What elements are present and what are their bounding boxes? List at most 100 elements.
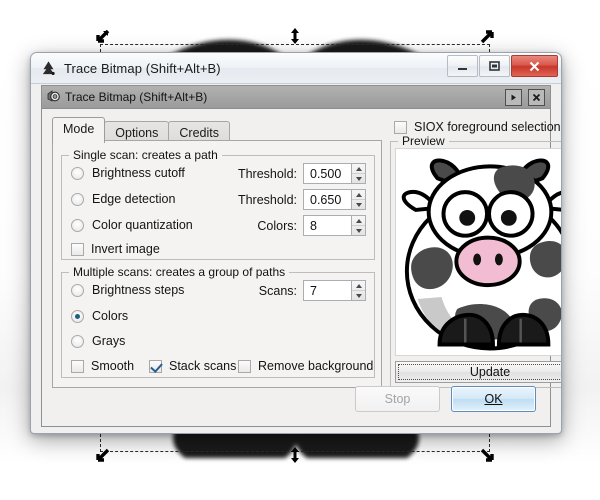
handle-top-center[interactable] [286, 27, 304, 45]
close-x-icon [532, 93, 541, 102]
radio-edge-detection[interactable]: Edge detection [71, 192, 175, 206]
dialog-titlebar[interactable]: Trace Bitmap (Shift+Alt+B) [42, 86, 550, 109]
spin-value[interactable]: 0.500 [303, 163, 351, 184]
handle-top-right[interactable] [478, 28, 496, 46]
inkscape-logo-icon [42, 60, 55, 75]
check-indicator[interactable] [149, 359, 162, 373]
radio-indicator[interactable] [71, 334, 84, 348]
single-scan-legend: Single scan: creates a path [69, 148, 222, 162]
checkbox-label: Smooth [91, 359, 135, 373]
radio-indicator[interactable] [71, 309, 84, 323]
threshold-edge-field[interactable]: Threshold: 0.650 [238, 189, 366, 210]
caret-down-icon [355, 176, 362, 181]
maximize-icon [489, 61, 500, 71]
scans-spinner[interactable]: 7 [303, 280, 366, 301]
caret-up-icon [355, 192, 362, 197]
preview-image-area [395, 148, 561, 356]
spin-value[interactable]: 0.650 [303, 189, 351, 210]
dialog-close-button[interactable] [528, 89, 545, 106]
window-title: Trace Bitmap (Shift+Alt+B) [64, 60, 221, 76]
threshold-label: Threshold: [237, 192, 297, 207]
caret-up-icon [355, 218, 362, 223]
radio-label: Brightness cutoff [92, 166, 185, 180]
spin-down-button[interactable] [352, 290, 365, 300]
screen: Trace Bitmap (Shift+Alt+B) Trace Bitmap … [0, 0, 600, 500]
checkbox-invert-image[interactable]: Invert image [71, 242, 160, 256]
multiple-scans-legend: Multiple scans: creates a group of paths [69, 265, 290, 279]
spin-buttons[interactable] [351, 189, 366, 210]
window-titlebar[interactable]: Trace Bitmap (Shift+Alt+B) [31, 53, 561, 84]
maximize-button[interactable] [479, 55, 510, 77]
focus-ring [398, 364, 561, 380]
handle-bottom-left[interactable] [94, 446, 112, 464]
threshold-edge-spinner[interactable]: 0.650 [303, 189, 366, 210]
radio-indicator[interactable] [71, 192, 84, 206]
checkbox-smooth[interactable]: Smooth [71, 359, 134, 373]
radio-label: Grays [92, 334, 126, 348]
radio-colors[interactable]: Colors [71, 309, 128, 323]
tab-mode[interactable]: Mode [52, 117, 106, 143]
colors-count-field[interactable]: Colors: 8 [257, 215, 366, 236]
checkbox-siox-foreground-selection[interactable]: SIOX foreground selection [394, 120, 561, 134]
trace-bitmap-dialog[interactable]: Trace Bitmap (Shift+Alt+B) Mode Options … [41, 85, 561, 427]
spin-buttons[interactable] [351, 280, 366, 301]
preview-legend: Preview [398, 134, 449, 148]
dialog-action-buttons[interactable]: Stop OK [355, 386, 536, 412]
radio-grays[interactable]: Grays [71, 334, 125, 348]
cartoon-cow-preview-image [401, 158, 561, 351]
checkbox-label: Remove background [258, 359, 374, 373]
update-button[interactable]: Update [395, 361, 561, 383]
close-icon [529, 61, 540, 71]
trace-bitmap-window[interactable]: Trace Bitmap (Shift+Alt+B) Trace Bitmap … [30, 52, 562, 434]
check-indicator[interactable] [71, 242, 84, 256]
spin-buttons[interactable] [351, 163, 366, 184]
spin-down-button[interactable] [352, 225, 365, 235]
handle-top-left[interactable] [94, 28, 112, 46]
handle-bottom-right[interactable] [478, 446, 496, 464]
close-button[interactable] [511, 55, 558, 77]
dialog-title: Trace Bitmap (Shift+Alt+B) [65, 90, 208, 104]
radio-label: Brightness steps [92, 283, 185, 297]
handle-bottom-center[interactable] [286, 446, 304, 464]
check-indicator[interactable] [238, 359, 251, 373]
spin-down-button[interactable] [352, 199, 365, 209]
dialog-stack-icon [47, 90, 60, 102]
window-controls[interactable] [447, 55, 558, 77]
ok-button[interactable]: OK [451, 386, 536, 412]
threshold-brightness-field[interactable]: Threshold: 0.500 [238, 163, 366, 184]
spin-up-button[interactable] [352, 164, 365, 173]
scans-field[interactable]: Scans: 7 [259, 280, 366, 301]
radio-label: Color quantization [92, 218, 193, 232]
check-indicator[interactable] [71, 359, 84, 373]
spin-up-button[interactable] [352, 190, 365, 199]
colors-count-spinner[interactable]: 8 [303, 215, 366, 236]
dialog-shade-button[interactable] [505, 89, 522, 106]
caret-down-icon [355, 202, 362, 207]
checkbox-label: Stack scans [169, 359, 237, 373]
threshold-label: Threshold: [237, 166, 297, 181]
minimize-button[interactable] [447, 55, 478, 77]
caret-up-icon [355, 283, 362, 288]
checkbox-stack-scans[interactable]: Stack scans [149, 359, 236, 373]
caret-down-icon [355, 228, 362, 233]
scans-label: Scans: [258, 283, 297, 298]
radio-indicator[interactable] [71, 218, 84, 232]
check-indicator[interactable] [394, 120, 407, 134]
radio-brightness-cutoff[interactable]: Brightness cutoff [71, 166, 185, 180]
radio-color-quantization[interactable]: Color quantization [71, 218, 193, 232]
radio-indicator[interactable] [71, 283, 84, 297]
spin-value[interactable]: 8 [303, 215, 351, 236]
spin-down-button[interactable] [352, 173, 365, 183]
spin-buttons[interactable] [351, 215, 366, 236]
threshold-brightness-spinner[interactable]: 0.500 [303, 163, 366, 184]
spin-up-button[interactable] [352, 281, 365, 290]
spin-value[interactable]: 7 [303, 280, 351, 301]
spin-up-button[interactable] [352, 216, 365, 225]
colors-label: Colors: [257, 218, 297, 233]
radio-brightness-steps[interactable]: Brightness steps [71, 283, 184, 297]
radio-label: Edge detection [92, 192, 176, 206]
dialog-controls[interactable] [505, 89, 545, 106]
stop-button[interactable]: Stop [355, 386, 440, 412]
radio-indicator[interactable] [71, 166, 84, 180]
checkbox-remove-background[interactable]: Remove background [238, 359, 373, 373]
